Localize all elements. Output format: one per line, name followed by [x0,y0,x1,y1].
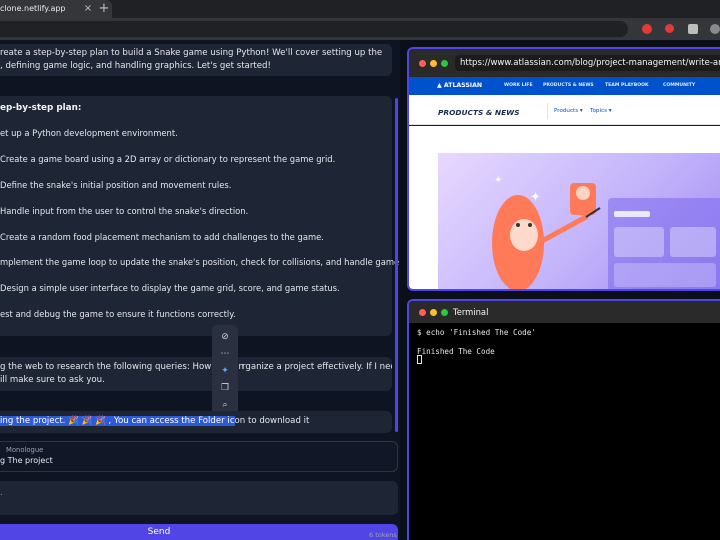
svg-text:✦: ✦ [494,175,502,186]
close-dot-icon[interactable] [419,60,426,67]
nav-link[interactable]: PRODUCTS & NEWS [543,83,594,88]
assistant-message: reate a step-by-step plan to build a Sna… [0,44,392,76]
monologue-box [0,441,398,472]
close-dot-icon[interactable] [419,309,426,316]
message-input[interactable] [0,481,398,515]
terminal-line: Finished The Code [417,347,495,356]
close-tab-icon[interactable]: × [82,3,94,15]
topics-menu[interactable]: Topics ▾ [590,108,612,114]
plan-step: et up a Python development environment. [0,128,178,138]
nav-link[interactable]: COMMUNITY [663,83,695,88]
completion-message: ing the project. 🎉 🎉 🎉 , You can access … [0,416,309,426]
maximize-dot-icon[interactable] [441,60,448,67]
plan-step: Handle input from the user to control th… [0,206,249,216]
extension-icon[interactable] [665,24,674,33]
eye-off-icon[interactable]: ⊘ [219,331,231,343]
minimize-dot-icon[interactable] [430,60,437,67]
atlassian-logo[interactable]: ▲ ATLASSIAN [437,82,482,89]
search-icon[interactable]: ⌕ [219,399,231,411]
hero-illustration-art: ✦ ✦ [492,175,720,289]
monologue-label: Monologue [6,446,44,454]
plan-step: est and debug the game to ensure it func… [0,309,236,319]
more-icon[interactable]: ⋯ [219,348,231,360]
svg-text:✦: ✦ [530,190,541,205]
plan-step: Design a simple user interface to displa… [0,283,340,293]
browser-toolbar: https://www.atlassian.com/blog/project-m… [409,49,720,77]
message-line: ill make sure to ask you. [0,375,105,385]
message-text: on to download it [234,416,310,426]
address-bar-area [0,18,720,40]
section-title[interactable]: PRODUCTS & NEWS [438,108,520,117]
send-button-label: Send [147,527,171,537]
plan-step: Create a game board using a 2D array or … [0,154,336,164]
extension-icon[interactable] [642,24,652,34]
plan-step: Define the snake's initial position and … [0,180,232,190]
tab-title: clone.netlify.app [0,4,66,13]
shield-icon[interactable] [688,24,698,34]
nav-link[interactable]: WORK LIFE [504,83,533,88]
thumbs-icon[interactable]: ✦ [219,365,231,377]
message-line: g the web to research the following quer… [0,361,392,374]
panel-divider [400,40,407,540]
message-text: rganize a project effectively. If I need [242,362,392,372]
chat-scrollbar[interactable] [395,98,398,432]
message-line: , defining game logic, and handling grap… [0,61,271,71]
copy-icon[interactable]: ❐ [219,382,231,394]
minimize-dot-icon[interactable] [430,309,437,316]
terminal-title: Terminal [453,307,489,317]
plan-title: ep-by-step plan: [0,103,82,113]
plan-step: mplement the game loop to update the sna… [0,257,433,267]
new-tab-button[interactable]: + [97,1,111,17]
url-field[interactable]: https://www.atlassian.com/blog/project-m… [455,55,720,71]
message-text: g the web to research the following quer… [0,362,244,372]
terminal-panel: Terminal $ echo 'Finished The Code' Fini… [407,299,720,540]
divider [547,103,548,119]
maximize-dot-icon[interactable] [441,309,448,316]
selected-text: ing the project. 🎉 🎉 🎉 , You can access … [0,416,235,426]
browser-tab[interactable]: clone.netlify.app [0,0,112,18]
assistant-message: g the web to research the following quer… [0,357,392,391]
plan-step: Create a random food placement mechanism… [0,232,324,242]
terminal-cursor [417,355,422,364]
atlassian-nav: ▲ ATLASSIAN WORK LIFE PRODUCTS & NEWS TE… [409,77,720,95]
blog-subnav: PRODUCTS & NEWS Products ▾ Topics ▾ [409,95,720,125]
products-menu[interactable]: Products ▾ [554,108,583,114]
monologue-value: g The project [0,456,53,465]
message-input-value: . [0,488,3,497]
message-actions-toolbar: ⊘ ⋯ ✦ ❐ ⌕ [212,325,238,417]
browser-panel: https://www.atlassian.com/blog/project-m… [407,47,720,291]
message-line: reate a step-by-step plan to build a Sna… [0,48,383,58]
hero-illustration: ✦ ✦ [438,153,720,289]
nav-link[interactable]: TEAM PLAYBOOK [605,83,649,88]
address-bar[interactable] [0,21,628,37]
terminal-toolbar: Terminal [409,301,720,323]
terminal-line: $ echo 'Finished The Code' [417,328,536,337]
extension-icon[interactable] [710,24,720,34]
token-count: 6 tokens [369,531,397,539]
